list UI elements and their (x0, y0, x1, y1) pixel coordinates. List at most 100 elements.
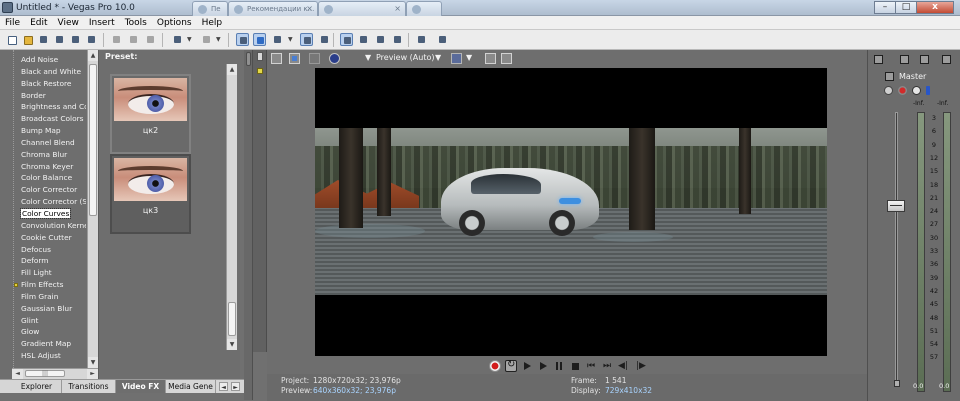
preview-device-icon[interactable] (289, 53, 300, 64)
fx-list-item[interactable]: Color Corrector (Se (0, 196, 86, 208)
fx-list-item[interactable]: Bump Map (0, 125, 86, 137)
ripple-icon[interactable] (357, 33, 370, 46)
preset-item-1[interactable]: цк2 (110, 74, 191, 154)
tab-video-fx[interactable]: Video FX (116, 380, 166, 393)
fx-list-item[interactable]: Glow (0, 326, 86, 338)
save-icon[interactable] (37, 33, 50, 46)
zoom-tool-icon[interactable] (300, 33, 313, 46)
master-bus-icon[interactable] (883, 70, 894, 81)
fx-list-item[interactable]: Broadcast Colors (0, 113, 86, 125)
scroll-left-icon[interactable]: ◄ (12, 369, 23, 379)
new-icon[interactable] (5, 33, 18, 46)
fx-list-item[interactable]: Glint (0, 315, 86, 327)
preset-scroll-thumb[interactable] (228, 302, 236, 336)
fx-list-item[interactable]: Brightness and Cor (0, 101, 86, 113)
preview-quality-dropdown[interactable]: Preview (Auto) (376, 53, 435, 62)
splitter-grip-icon[interactable] (246, 52, 251, 66)
tab-explorer[interactable]: Explorer (12, 380, 62, 393)
fx-list-horizontal-scrollbar[interactable]: ◄ ||| ► (12, 368, 98, 379)
browser-tab-4[interactable] (406, 1, 442, 16)
preview-screen[interactable] (315, 68, 827, 356)
menu-file[interactable]: File (0, 16, 25, 29)
envelope-tool-icon[interactable] (253, 33, 266, 46)
browser-tab-1[interactable]: Пе (192, 1, 228, 16)
menu-options[interactable]: Options (152, 16, 197, 29)
fx-list-scroll-thumb[interactable] (89, 64, 97, 216)
vegas-app-icon[interactable] (2, 2, 13, 13)
overlays-icon[interactable] (451, 53, 462, 64)
master-volume-fader[interactable] (887, 200, 905, 212)
fx-list-vertical-scrollbar[interactable]: ▲ ▼ (87, 50, 98, 368)
go-to-start-icon[interactable]: ⏮ (585, 360, 597, 372)
what-is-this-icon[interactable] (415, 33, 428, 46)
fx-list-hscroll-thumb[interactable]: ||| (25, 370, 65, 377)
fx-list-item[interactable]: Cookie Cutter (0, 232, 86, 244)
preset-vertical-scrollbar[interactable]: ▲ ▼ (226, 64, 237, 350)
scroll-up-icon[interactable]: ▲ (88, 50, 98, 61)
bus-properties-icon[interactable] (872, 53, 883, 64)
fx-list-item[interactable]: HSL Adjust (0, 350, 86, 362)
menu-tools[interactable]: Tools (120, 16, 152, 29)
fader-lock-icon[interactable] (894, 380, 900, 387)
undo-dropdown-icon[interactable]: ▼ (187, 36, 192, 43)
scroll-down-icon[interactable]: ▼ (227, 339, 237, 350)
fx-list-item[interactable]: Border (0, 90, 86, 102)
lock-envelopes-icon[interactable] (374, 33, 387, 46)
scroll-right-icon[interactable]: ► (87, 369, 98, 379)
minimize-button[interactable]: – (874, 1, 896, 14)
tabs-scroll-left-icon[interactable]: ◄ (219, 382, 228, 391)
fx-list-item[interactable]: Defocus (0, 244, 86, 256)
menu-insert[interactable]: Insert (84, 16, 120, 29)
fx-list-item[interactable]: Deform (0, 255, 86, 267)
open-icon[interactable] (21, 33, 34, 46)
fx-list-item[interactable]: Color Corrector (0, 184, 86, 196)
save-snapshot-icon[interactable] (501, 53, 512, 64)
save-as-icon[interactable] (53, 33, 66, 46)
solo-icon[interactable] (926, 86, 930, 95)
play-button[interactable] (537, 360, 549, 372)
fx-list-item[interactable]: Black Restore (0, 78, 86, 90)
marker-icon[interactable] (257, 52, 263, 61)
ignore-grouping-icon[interactable] (391, 33, 404, 46)
master-fx-icon[interactable] (898, 86, 907, 95)
previous-frame-icon[interactable]: ◀| (617, 360, 629, 372)
tab-media-generators[interactable]: Media Gene (166, 380, 216, 393)
paste-icon[interactable] (144, 33, 157, 46)
pause-button[interactable] (553, 360, 565, 372)
tab-transitions[interactable]: Transitions (62, 380, 116, 393)
preview-quality-caret-icon[interactable]: ▼ (365, 53, 371, 62)
menu-view[interactable]: View (53, 16, 84, 29)
browser-tab-2[interactable]: Рекомендации к... × (228, 1, 318, 16)
tab-close-icon[interactable]: × (394, 4, 401, 13)
mixer-view-icon[interactable] (898, 53, 909, 64)
tabs-scroll-right-icon[interactable]: ► (231, 382, 240, 391)
redo-dropdown-icon[interactable]: ▼ (216, 36, 221, 43)
overlays-caret-icon[interactable]: ▼ (466, 53, 472, 62)
tab-close-icon[interactable]: × (306, 4, 313, 13)
insert-bus-icon[interactable] (940, 53, 951, 64)
downmix-icon[interactable] (918, 53, 929, 64)
online-help-icon[interactable] (436, 33, 449, 46)
fx-list-item[interactable]: Chroma Keyer (0, 161, 86, 173)
scroll-up-icon[interactable]: ▲ (227, 64, 237, 75)
menu-help[interactable]: Help (197, 16, 228, 29)
properties-icon[interactable] (85, 33, 98, 46)
close-button[interactable]: x (916, 1, 954, 14)
quality-dropdown-caret-icon[interactable]: ▼ (435, 53, 441, 62)
split-screen-icon[interactable] (309, 53, 320, 64)
master-fader-track[interactable] (895, 112, 898, 382)
preset-item-2[interactable]: цк3 (110, 154, 191, 234)
fx-list-item[interactable]: Black and White (0, 66, 86, 78)
menu-edit[interactable]: Edit (25, 16, 52, 29)
mute-icon[interactable] (912, 86, 921, 95)
copy-icon[interactable] (127, 33, 140, 46)
maximize-button[interactable]: □ (895, 1, 917, 14)
next-frame-icon[interactable]: |▶ (635, 360, 647, 372)
fx-list-item[interactable]: Film Grain (0, 291, 86, 303)
redo-icon[interactable] (200, 33, 213, 46)
loop-playback-button[interactable] (505, 359, 517, 372)
cut-icon[interactable] (110, 33, 123, 46)
copy-snapshot-icon[interactable] (485, 53, 496, 64)
browser-tab-3[interactable]: × (318, 1, 406, 16)
fx-list-item[interactable]: Chroma Blur (0, 149, 86, 161)
